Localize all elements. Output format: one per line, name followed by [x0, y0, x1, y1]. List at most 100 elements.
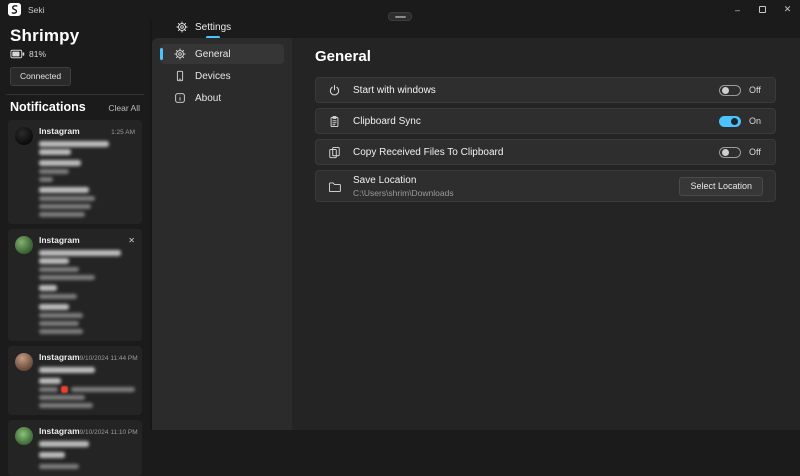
- notification-app-name: Instagram: [39, 426, 80, 436]
- toggle-clipboard-sync[interactable]: [719, 116, 741, 127]
- info-icon: [174, 92, 186, 104]
- toggle-state-label: Off: [749, 147, 763, 157]
- redacted-text-line: [39, 187, 89, 193]
- notification-card[interactable]: Instagram9/10/2024 11:44 PM: [8, 346, 142, 415]
- setting-label: Start with windows: [353, 85, 436, 96]
- notification-timestamp: 1:25 AM: [111, 129, 135, 136]
- redacted-text-line: [39, 275, 95, 280]
- phone-icon: [174, 70, 186, 82]
- device-sidebar: Shrimpy 81% Connected Notifications Clea…: [0, 20, 150, 430]
- main-region: Settings General Devices About General Sta…: [150, 20, 800, 430]
- settings-nav-panel: General Devices About: [152, 38, 292, 430]
- divider: [6, 94, 144, 95]
- tab-settings-label: Settings: [195, 22, 231, 33]
- redacted-text-line: [39, 329, 83, 334]
- notification-timestamp: 9/10/2024 11:44 PM: [80, 355, 138, 362]
- folder-icon: [328, 180, 341, 193]
- toggle-state-label: Off: [749, 85, 763, 95]
- redacted-text-line: [39, 395, 85, 400]
- redacted-text-line: [39, 464, 79, 469]
- redacted-text-line: [39, 250, 121, 256]
- notification-app-name: Instagram: [39, 352, 80, 362]
- window-controls: – ✕: [725, 0, 800, 19]
- notifications-header: Notifications: [10, 100, 86, 114]
- power-icon: [328, 84, 341, 97]
- app-identity: Seki: [8, 3, 45, 16]
- connection-status-badge[interactable]: Connected: [10, 67, 71, 86]
- clear-all-button[interactable]: Clear All: [108, 103, 140, 113]
- redacted-text-line: [39, 285, 57, 291]
- gear-icon: [174, 48, 186, 60]
- notification-list: Instagram1:25 AMInstagram✕Instagram9/10/…: [8, 120, 142, 476]
- battery-icon: [10, 49, 25, 59]
- seki-logo-icon: [8, 3, 21, 16]
- redacted-text-line: [39, 177, 53, 182]
- minimize-button[interactable]: –: [725, 0, 750, 19]
- nav-item-label: Devices: [195, 71, 231, 82]
- device-name: Shrimpy: [10, 26, 142, 46]
- redacted-text-line: [39, 196, 95, 201]
- setting-label: Clipboard Sync: [353, 116, 421, 127]
- notification-card[interactable]: Instagram9/10/2024 11:10 PM: [8, 420, 142, 476]
- toggle-start-with-windows[interactable]: [719, 85, 741, 96]
- notification-card[interactable]: Instagram ✕: [8, 229, 142, 341]
- toggle-state-label: On: [749, 116, 763, 126]
- save-location-button[interactable]: Select Location: [679, 177, 763, 196]
- toggle-copy-received-files[interactable]: [719, 147, 741, 158]
- maximize-icon: [759, 6, 766, 13]
- redacted-text-line: [39, 267, 79, 272]
- redacted-text-line: [39, 378, 61, 384]
- redacted-text-line: [39, 403, 93, 408]
- notification-card[interactable]: Instagram 1:25 AM: [8, 120, 142, 224]
- battery-status: 81%: [10, 49, 142, 59]
- active-nav-indicator: [160, 48, 163, 60]
- setting-row-clipboard-sync[interactable]: Clipboard Sync On: [315, 108, 776, 134]
- redacted-text-line: [39, 441, 89, 447]
- red-emoji: [61, 386, 68, 393]
- notification-app-name: Instagram: [39, 235, 80, 245]
- notification-app-name: Instagram: [39, 126, 80, 136]
- sidebar-item-devices[interactable]: Devices: [160, 66, 284, 86]
- redacted-text-line: [39, 212, 85, 217]
- close-icon[interactable]: ✕: [128, 237, 135, 245]
- setting-sub-label: C:\Users\shrim\Downloads: [353, 188, 454, 198]
- app-window: Seki – ✕ Shrimpy 81% Connected Notificat…: [0, 0, 800, 430]
- redacted-text-line: [39, 258, 69, 264]
- battery-percent: 81%: [29, 49, 46, 59]
- redacted-text-line: [71, 387, 135, 392]
- sidebar-item-general[interactable]: General: [160, 44, 284, 64]
- nav-item-label: General: [195, 49, 231, 60]
- redacted-text-line: [39, 169, 69, 174]
- nav-item-label: About: [195, 93, 221, 104]
- redacted-text-line: [39, 294, 77, 299]
- window-title: Seki: [28, 5, 45, 15]
- maximize-button[interactable]: [750, 0, 775, 19]
- gear-icon: [176, 21, 188, 33]
- notification-avatar: [15, 236, 33, 254]
- setting-label: Save Location: [353, 175, 454, 186]
- sidebar-item-about[interactable]: About: [160, 88, 284, 108]
- redacted-text-line: [39, 160, 81, 166]
- redacted-text-line: [39, 387, 58, 392]
- redacted-text-line: [39, 321, 79, 326]
- titlebar: Seki – ✕: [0, 0, 800, 20]
- tab-settings[interactable]: Settings: [176, 21, 231, 33]
- setting-row-copy-received-files[interactable]: Copy Received Files To Clipboard Off: [315, 139, 776, 165]
- redacted-text-line: [39, 149, 71, 155]
- clipboard-icon: [328, 115, 341, 128]
- redacted-text-line: [39, 367, 95, 373]
- copy-icon: [328, 146, 341, 159]
- page-title: General: [315, 48, 776, 65]
- notification-timestamp: 9/10/2024 11:10 PM: [80, 429, 138, 436]
- redacted-text-line: [39, 313, 83, 318]
- redacted-text-line: [39, 141, 109, 147]
- redacted-text-line: [39, 304, 69, 310]
- notification-avatar: [15, 353, 33, 371]
- settings-content: General Start with windows Off Clipboard S…: [292, 38, 800, 430]
- close-button[interactable]: ✕: [775, 0, 800, 19]
- setting-row-save-location[interactable]: Save Location C:\Users\shrim\Downloads Sel…: [315, 170, 776, 202]
- redacted-text-line: [39, 204, 91, 209]
- setting-row-start-with-windows[interactable]: Start with windows Off: [315, 77, 776, 103]
- setting-label: Copy Received Files To Clipboard: [353, 147, 503, 158]
- redacted-text-line: [39, 452, 65, 458]
